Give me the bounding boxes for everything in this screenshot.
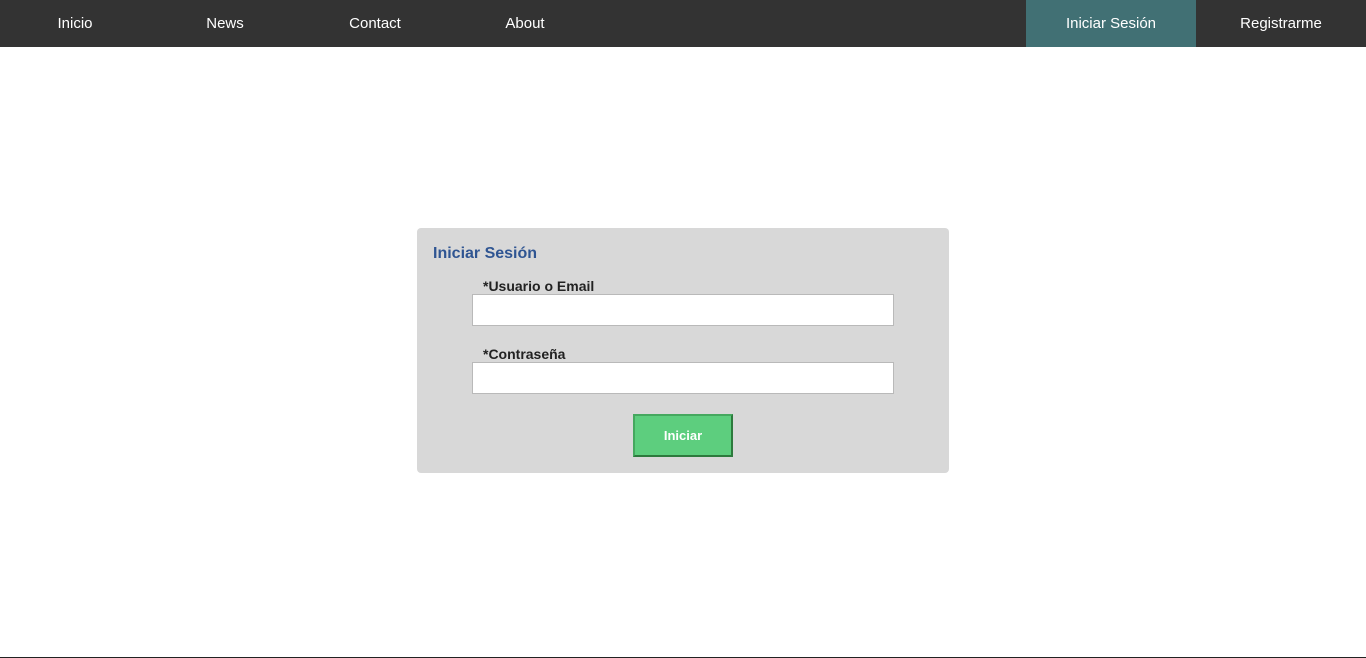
password-input[interactable]: [472, 362, 894, 394]
nav-item-contact[interactable]: Contact: [300, 0, 450, 47]
nav-item-inicio[interactable]: Inicio: [0, 0, 150, 47]
user-email-input[interactable]: [472, 294, 894, 326]
password-label: *Contraseña: [483, 346, 566, 362]
nav-item-about[interactable]: About: [450, 0, 600, 47]
login-form-card: Iniciar Sesión *Usuario o Email *Contras…: [417, 228, 949, 473]
login-form-title: Iniciar Sesión: [433, 245, 538, 262]
user-email-label: *Usuario o Email: [483, 278, 595, 294]
nav-item-iniciar-sesion[interactable]: Iniciar Sesión: [1026, 0, 1196, 47]
nav-item-registrarme[interactable]: Registrarme: [1196, 0, 1366, 47]
nav-item-news[interactable]: News: [150, 0, 300, 47]
top-navigation-bar: Inicio News Contact About Iniciar Sesión…: [0, 0, 1366, 47]
login-submit-button[interactable]: Iniciar: [633, 414, 733, 457]
